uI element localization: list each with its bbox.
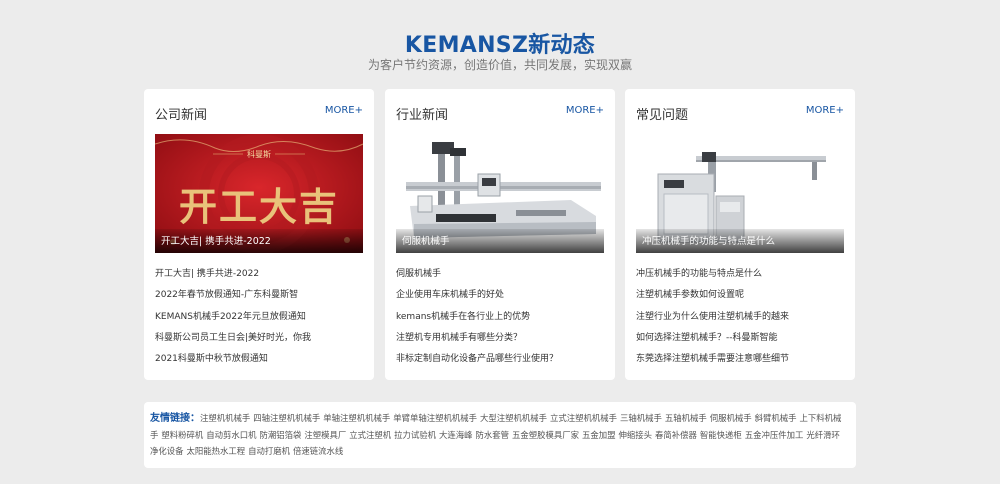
friendly-link[interactable]: 春简补偿器: [655, 430, 697, 440]
friendly-link[interactable]: 大连海峰: [439, 430, 473, 440]
friendly-link[interactable]: 光纤滑环: [806, 430, 840, 440]
image-caption: 开工大吉| 携手共进-2022: [155, 229, 363, 253]
friendly-link[interactable]: 智能快递柜: [700, 430, 742, 440]
faq-card: 常见问题 MORE+ 冲压机械手的功能与特点是什么 冲压机械手的功能与特点是什么…: [625, 89, 855, 380]
friendly-link[interactable]: 拉力试验机: [394, 430, 436, 440]
friendly-link[interactable]: 净化设备: [150, 446, 184, 456]
card-title: 常见问题: [636, 108, 689, 123]
links-list: 注塑机机械手 四轴注塑机机械手 单轴注塑机机械手 单臂单轴注塑机机械手 大型注塑机机械手…: [150, 413, 843, 456]
company-news-card: 公司新闻 MORE+ 科曼斯 开工大吉 开工大吉| 携手共进-2022 开工大吉…: [144, 89, 374, 380]
friendly-link[interactable]: 伸缩接头: [619, 430, 653, 440]
news-list: 开工大吉| 携手共进-2022 2022年春节放假通知-广东科曼斯智 KEMAN…: [155, 267, 365, 373]
list-item[interactable]: 注塑行业为什么使用注塑机械手的越来: [636, 310, 846, 331]
friendly-link[interactable]: 塑料粉碎机: [161, 430, 203, 440]
list-item[interactable]: 非标定制自动化设备产品哪些行业使用？: [396, 352, 606, 373]
news-image[interactable]: 冲压机械手的功能与特点是什么: [636, 134, 844, 253]
friendly-link[interactable]: 四轴注塑机机械手: [253, 413, 320, 423]
news-image[interactable]: 伺服机械手: [396, 134, 604, 253]
friendly-link[interactable]: 单轴注塑机机械手: [323, 413, 390, 423]
news-image[interactable]: 科曼斯 开工大吉 开工大吉| 携手共进-2022: [155, 134, 363, 253]
friendly-link[interactable]: 斜臂机械手: [755, 413, 797, 423]
friendly-link[interactable]: 自动剪水口机: [206, 430, 256, 440]
friendly-link[interactable]: 伺服机械手: [710, 413, 752, 423]
list-item[interactable]: 东莞选择注塑机械手需要注意哪些细节: [636, 352, 846, 373]
more-link[interactable]: MORE+: [806, 105, 844, 116]
friendly-link[interactable]: 立式注塑机机械手: [550, 413, 617, 423]
friendly-link[interactable]: 五金冲压件加工: [745, 430, 804, 440]
list-item[interactable]: 2021科曼斯中秋节放假通知: [155, 352, 365, 373]
banner-main-text: 开工大吉: [179, 184, 339, 229]
more-link[interactable]: MORE+: [566, 105, 604, 116]
friendly-link[interactable]: 立式注塑机: [349, 430, 391, 440]
friendly-link[interactable]: 防潮铝箔袋: [260, 430, 302, 440]
friendly-link[interactable]: 注塑模具厂: [304, 430, 346, 440]
friendly-link[interactable]: 防水套管: [476, 430, 510, 440]
friendly-links-label: 友情链接：: [150, 413, 200, 424]
card-title: 公司新闻: [155, 108, 208, 123]
news-list: 伺服机械手 企业使用车床机械手的好处 kemans机械手在各行业上的优势 注塑机…: [396, 267, 606, 373]
list-item[interactable]: 伺服机械手: [396, 267, 606, 288]
friendly-link[interactable]: 单臂单轴注塑机机械手: [393, 413, 477, 423]
friendly-link[interactable]: 注塑机机械手: [200, 413, 250, 423]
friendly-links: 友情链接：注塑机机械手 四轴注塑机机械手 单轴注塑机机械手 单臂单轴注塑机机械手 大型注…: [144, 402, 856, 468]
section-subtitle: 为客户节约资源，创造价值，共同发展，实现双赢: [367, 58, 632, 72]
image-caption: 冲压机械手的功能与特点是什么: [636, 229, 844, 253]
friendly-link[interactable]: 自动打磨机: [248, 446, 290, 456]
list-item[interactable]: 注塑机专用机械手有哪些分类？: [396, 331, 606, 352]
industry-news-card: 行业新闻 MORE+ 伺服机械手 伺服机械手 企业使用车床机械手的好处 kema…: [385, 89, 615, 380]
list-item[interactable]: KEMANS机械手2022年元旦放假通知: [155, 310, 365, 331]
section-title: KEMANSZ新动态: [404, 33, 596, 58]
list-item[interactable]: 如何选择注塑机械手？--科曼斯智能: [636, 331, 846, 352]
friendly-link[interactable]: 太阳能热水工程: [187, 446, 246, 456]
list-item[interactable]: 注塑机械手参数如何设置呢: [636, 288, 846, 309]
card-title: 行业新闻: [396, 108, 449, 123]
friendly-link[interactable]: 五金塑胶模具厂家: [512, 430, 579, 440]
news-list: 冲压机械手的功能与特点是什么 注塑机械手参数如何设置呢 注塑行业为什么使用注塑机…: [636, 267, 846, 373]
friendly-link[interactable]: 大型注塑机机械手: [480, 413, 547, 423]
friendly-link[interactable]: 三轴机械手: [620, 413, 662, 423]
friendly-link[interactable]: 五轴机械手: [665, 413, 707, 423]
friendly-link[interactable]: 五金加盟: [582, 430, 616, 440]
more-link[interactable]: MORE+: [325, 105, 363, 116]
list-item[interactable]: 冲压机械手的功能与特点是什么: [636, 267, 846, 288]
banner-brand-text: 科曼斯: [247, 149, 271, 159]
list-item[interactable]: 科曼斯公司员工生日会|美好时光，你我: [155, 331, 365, 352]
list-item[interactable]: 开工大吉| 携手共进-2022: [155, 267, 365, 288]
list-item[interactable]: 企业使用车床机械手的好处: [396, 288, 606, 309]
list-item[interactable]: kemans机械手在各行业上的优势: [396, 310, 606, 331]
friendly-link[interactable]: 倍速链流水线: [293, 446, 343, 456]
image-caption: 伺服机械手: [396, 229, 604, 253]
list-item[interactable]: 2022年春节放假通知-广东科曼斯智: [155, 288, 365, 309]
